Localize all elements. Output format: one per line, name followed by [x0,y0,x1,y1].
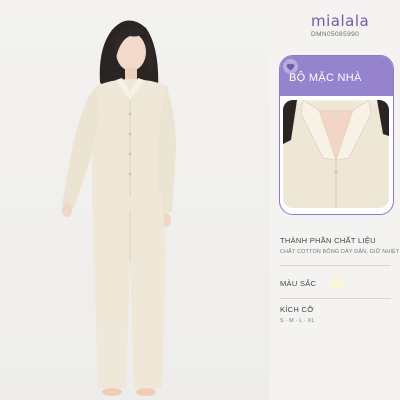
product-banner: mialala DMN05085990 BỘ MẶC NHÀ THÀNH PHẦ… [0,0,400,400]
divider [280,265,391,266]
size-label: KÍCH CỠ [280,305,314,314]
product-code: DMN05085990 [311,31,360,38]
product-category-title: BỘ MẶC NHÀ [289,72,362,84]
size-value: S · M · L · XL [280,318,315,324]
material-value: CHẤT COTTON BÔNG DÀY DẶN, GIỮ NHIỆT [280,249,400,255]
product-card: BỘ MẶC NHÀ [279,55,394,215]
color-label: MÀU SẮC [280,279,317,288]
color-swatch [331,278,343,289]
material-label: THÀNH PHẦN CHẤT LIỆU [280,236,376,245]
detail-photo [283,100,389,208]
model-photo [0,0,270,400]
brand-logo: mialala [311,12,370,30]
divider [280,298,391,299]
card-header: BỘ MẶC NHÀ [280,56,393,96]
